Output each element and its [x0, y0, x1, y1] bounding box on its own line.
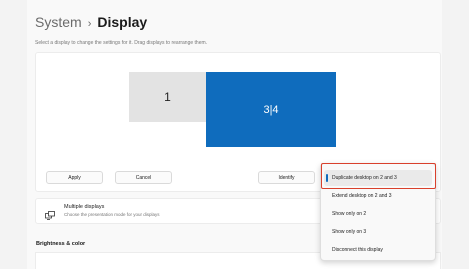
arrangement-instructions: Select a display to change the settings …	[35, 40, 208, 46]
page-title: Display	[97, 14, 148, 30]
breadcrumb-separator: ›	[87, 18, 92, 30]
brightness-color-heading: Brightness & color	[36, 241, 86, 247]
monitor-1[interactable]: 1	[129, 72, 206, 122]
multiple-displays-description: Choose the presentation mode for your di…	[64, 212, 160, 217]
monitor-3-4[interactable]: 3|4	[206, 72, 336, 147]
dropdown-option-show-only-3[interactable]: Show only on 3	[324, 224, 432, 240]
dropdown-option-extend[interactable]: Extend desktop on 2 and 3	[324, 188, 432, 204]
cancel-button[interactable]: Cancel	[115, 171, 172, 184]
multiple-displays-title: Multiple displays	[64, 204, 105, 210]
multiple-displays-icon	[45, 207, 55, 220]
identify-button[interactable]: Identify	[258, 171, 315, 184]
dropdown-option-label: Show only on 3	[332, 229, 367, 235]
monitor-3-4-label: 3|4	[263, 103, 279, 116]
apply-button[interactable]: Apply	[46, 171, 103, 184]
dropdown-option-show-only-2[interactable]: Show only on 2	[324, 206, 432, 222]
monitor-1-label: 1	[164, 90, 171, 104]
breadcrumb-system[interactable]: System	[35, 14, 82, 30]
display-mode-dropdown[interactable]: Duplicate desktop on 2 and 3 Extend desk…	[320, 163, 436, 261]
dropdown-option-label: Extend desktop on 2 and 3	[332, 193, 392, 199]
dropdown-option-label: Duplicate desktop on 2 and 3	[332, 175, 397, 181]
breadcrumb: System › Display	[35, 14, 147, 30]
selected-indicator	[326, 174, 328, 182]
dropdown-option-disconnect[interactable]: Disconnect this display	[324, 242, 432, 258]
settings-window: System › Display Select a display to chang…	[0, 0, 469, 269]
dropdown-option-label: Disconnect this display	[332, 247, 383, 253]
dropdown-option-label: Show only on 2	[332, 211, 367, 217]
dropdown-option-duplicate[interactable]: Duplicate desktop on 2 and 3	[324, 170, 432, 186]
